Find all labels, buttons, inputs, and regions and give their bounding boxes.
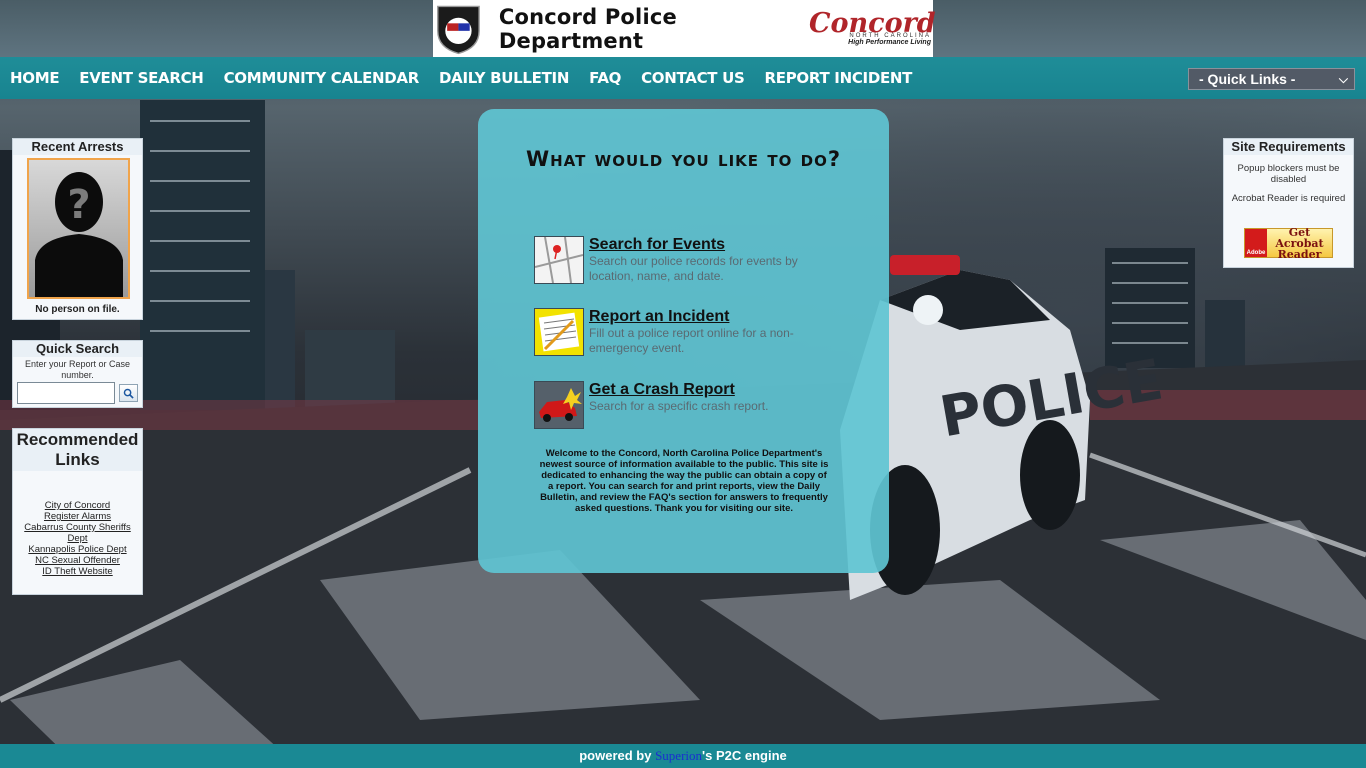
department-banner[interactable]: Concord Police Department Concord NORTH …: [433, 0, 936, 57]
requirement-popups: Popup blockers must be disabled: [1237, 163, 1340, 185]
quick-search-hint: Enter your Report or Case number.: [24, 359, 131, 380]
link-city-of-concord[interactable]: City of Concord: [13, 500, 142, 511]
link-kannapolis-police[interactable]: Kannapolis Police Dept: [13, 544, 142, 555]
department-name: Concord Police Department: [498, 4, 677, 53]
crash-report-title[interactable]: Get a Crash Report: [589, 381, 735, 399]
chevron-down-icon: ⌵: [1338, 72, 1348, 86]
recommended-links-title: Recommended Links: [13, 429, 142, 471]
nav-report-incident[interactable]: REPORT INCIDENT: [765, 69, 913, 87]
unknown-person-icon: ?: [35, 172, 123, 297]
svg-text:?: ?: [67, 182, 90, 228]
footer-vendor-link[interactable]: Superion: [655, 748, 702, 763]
mugshot-placeholder[interactable]: ?: [27, 158, 130, 299]
quick-links-value: - Quick Links -: [1199, 71, 1296, 87]
main-card: What would you like to do? Search for Ev…: [478, 109, 889, 573]
footer-suffix: 's P2C engine: [702, 748, 787, 763]
search-events-title[interactable]: Search for Events: [589, 236, 725, 254]
site-requirements-title: Site Requirements: [1224, 139, 1353, 155]
quick-search-button[interactable]: [119, 384, 138, 402]
main-title: What would you like to do?: [525, 147, 842, 171]
link-id-theft[interactable]: ID Theft Website: [13, 566, 142, 577]
link-register-alarms[interactable]: Register Alarms: [13, 511, 142, 522]
police-badge-logo: [437, 5, 480, 55]
welcome-message: Welcome to the Concord, North Carolina P…: [539, 448, 829, 514]
svg-text:POLICE: POLICE: [935, 347, 1167, 450]
nav-event-search[interactable]: EVENT SEARCH: [79, 69, 204, 87]
quick-search-title: Quick Search: [13, 341, 142, 357]
requirement-acrobat: Acrobat Reader is required: [1231, 193, 1346, 204]
report-incident-desc: Fill out a police report online for a no…: [589, 326, 794, 355]
nav-home[interactable]: HOME: [10, 69, 60, 87]
nav-daily-bulletin[interactable]: DAILY BULLETIN: [439, 69, 569, 87]
acrobat-label: Get Acrobat Reader: [1275, 225, 1324, 261]
nav-faq[interactable]: FAQ: [589, 69, 621, 87]
link-cabarrus-sheriffs[interactable]: Cabarrus County Sheriffs Dept: [13, 522, 142, 544]
report-incident-title[interactable]: Report an Incident: [589, 308, 729, 326]
car-crash-icon: [534, 381, 584, 429]
quick-links-select[interactable]: - Quick Links - ⌵: [1188, 68, 1355, 90]
recommended-links-panel: Recommended Links City of Concord Regist…: [12, 428, 143, 595]
arrest-caption: No person on file.: [35, 304, 120, 315]
crash-report-desc: Search for a specific crash report.: [589, 399, 769, 413]
footer-prefix: powered by: [579, 748, 656, 763]
city-of-concord-logo: Concord NORTH CAROLINA High Performance …: [809, 7, 936, 46]
footer: powered by Superion's P2C engine: [0, 744, 1366, 768]
main-navigation: HOME EVENT SEARCH COMMUNITY CALENDAR DAI…: [0, 57, 1366, 99]
case-number-input[interactable]: [17, 382, 115, 404]
adobe-logo-icon: Adobe: [1245, 229, 1267, 257]
quick-search-panel: Quick Search Enter your Report or Case n…: [12, 340, 143, 408]
report-form-icon: [534, 308, 584, 356]
header-bar: Concord Police Department Concord NORTH …: [0, 0, 1366, 57]
nav-community-calendar[interactable]: COMMUNITY CALENDAR: [224, 69, 420, 87]
search-icon: [123, 388, 134, 399]
site-requirements-panel: Site Requirements Popup blockers must be…: [1223, 138, 1354, 268]
recent-arrests-title: Recent Arrests: [13, 139, 142, 155]
search-events-desc: Search our police records for events by …: [589, 254, 798, 283]
get-acrobat-reader-button[interactable]: Adobe Get Acrobat Reader: [1244, 225, 1333, 261]
search-events-action[interactable]: Search for Events Search our police reco…: [534, 236, 864, 286]
report-incident-action[interactable]: Report an Incident Fill out a police rep…: [534, 308, 864, 358]
recent-arrests-panel: Recent Arrests ? No person on file.: [12, 138, 143, 320]
map-icon: [534, 236, 584, 284]
link-nc-sexual-offender[interactable]: NC Sexual Offender: [13, 555, 142, 566]
nav-contact-us[interactable]: CONTACT US: [641, 69, 745, 87]
crash-report-action[interactable]: Get a Crash Report Search for a specific…: [534, 381, 864, 431]
